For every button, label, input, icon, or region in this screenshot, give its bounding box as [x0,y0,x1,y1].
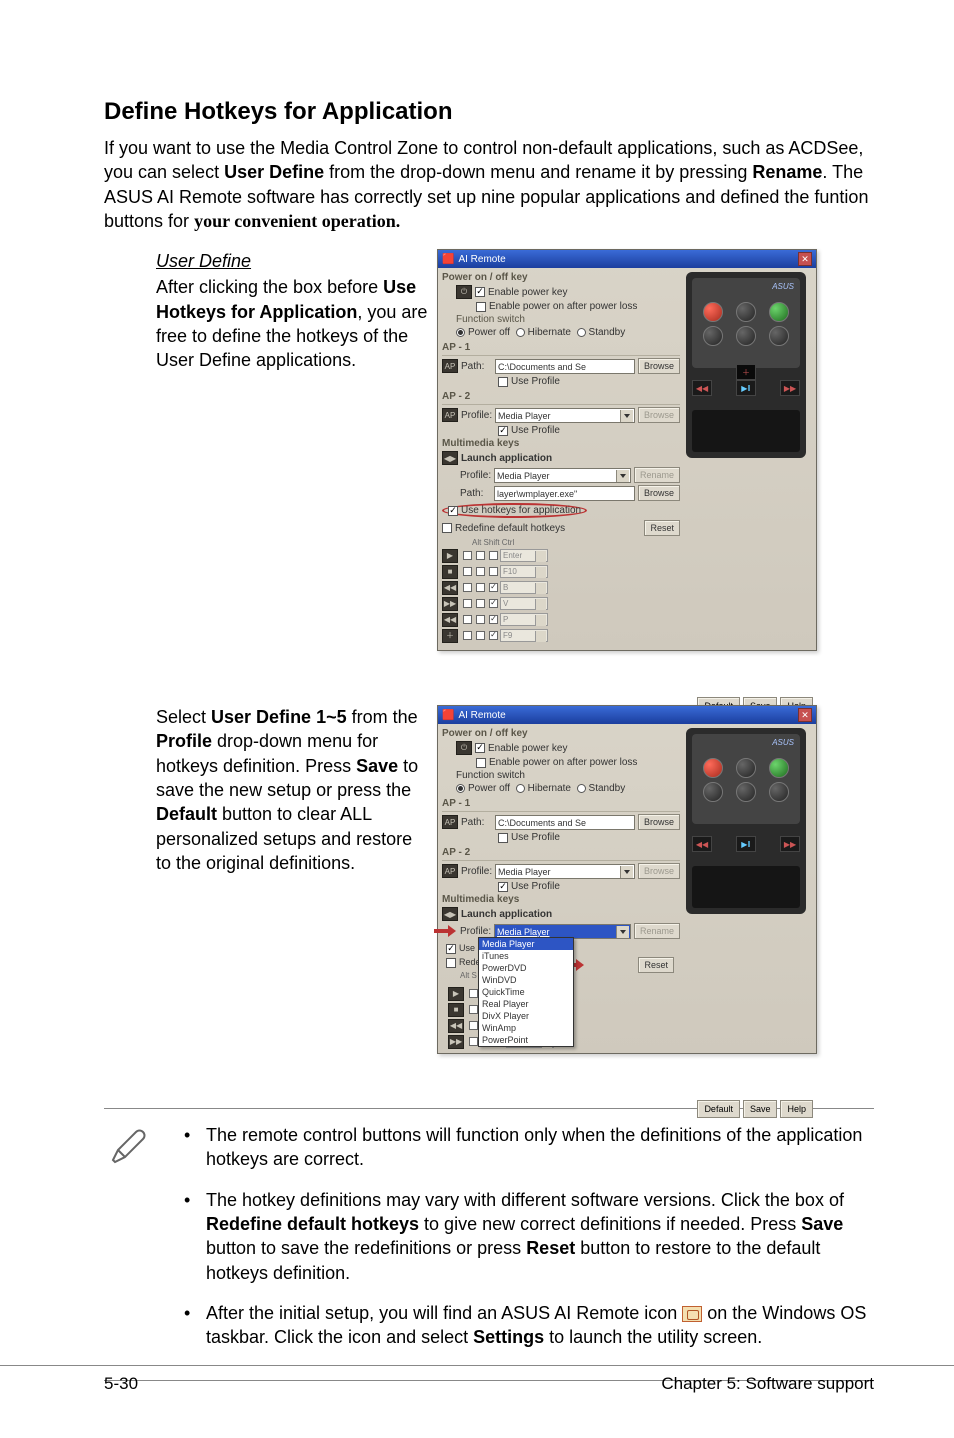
note-item: After the initial setup, you will find a… [180,1301,874,1350]
note-item: The remote control buttons will function… [180,1123,874,1172]
help-button[interactable]: Help [780,1100,813,1118]
hotkey-row[interactable]: ▶Enter [442,548,680,563]
dropdown-option[interactable]: PowerPoint [479,1034,573,1046]
profile-dropdown-list[interactable]: Media PlayeriTunesPowerDVDWinDVDQuickTim… [478,937,574,1047]
dropdown-option[interactable]: WinDVD [479,974,573,986]
hibernate-radio[interactable] [516,328,525,337]
dialog-screenshot-1: 🟥AI Remote ✕ Power on / off key ⏻Enable … [437,249,817,685]
ap2-browse-button: Browse [638,407,680,423]
launch-browse-button[interactable]: Browse [638,485,680,501]
page-heading: Define Hotkeys for Application [104,98,874,126]
poweroff-radio[interactable] [456,328,465,337]
dialog-title: AI Remote [458,254,505,265]
ap1-browse-button[interactable]: Browse [638,358,680,374]
enable-power-label: Enable power key [488,287,568,298]
pencil-icon [104,1123,160,1179]
user-define-para: After clicking the box before Use Hotkey… [156,275,429,372]
user-define-2-para: Select User Define 1~5 from the Profile … [156,705,429,875]
standby-radio[interactable] [577,328,586,337]
dropdown-option[interactable]: DivX Player [479,1010,573,1022]
hotkey-row[interactable]: ▶▶V [442,596,680,611]
use-hotkeys-cb[interactable] [448,506,458,516]
remote-logo: ASUS [772,282,794,291]
close-icon[interactable]: ✕ [798,708,812,722]
dialog-screenshot-2: 🟥AI Remote ✕ Power on / off key ⏻Enable … [437,705,817,1088]
dropdown-option[interactable]: WinAmp [479,1022,573,1034]
rename-button: Rename [634,467,680,483]
enable-power-after-checkbox[interactable] [476,302,486,312]
close-icon[interactable]: ✕ [798,252,812,266]
ap2-profile-dd[interactable]: Media Player [495,408,635,423]
reset-button[interactable]: Reset [644,520,680,536]
redefine-cb[interactable] [442,523,452,533]
chapter-label: Chapter 5: Software support [661,1374,874,1394]
function-switch-label: Function switch [456,314,680,325]
ap1-label: AP - 1 [442,342,680,353]
dropdown-option[interactable]: QuickTime [479,986,573,998]
ap1-use-profile-cb[interactable] [498,377,508,387]
dropdown-option[interactable]: Real Player [479,998,573,1010]
save-button[interactable]: Save [743,1100,778,1118]
notes-list: The remote control buttons will function… [160,1123,874,1365]
hotkey-row[interactable]: ◀◀B [442,580,680,595]
dropdown-option[interactable]: PowerDVD [479,962,573,974]
ai-remote-icon [682,1306,702,1322]
ap1-path-input[interactable]: C:\Documents and Se [495,359,635,374]
launch-app-label: Launch application [461,453,552,464]
default-button[interactable]: Default [697,1100,740,1118]
intro-text: If you want to use the Media Control Zon… [104,136,874,233]
hotkey-row[interactable]: ◀◀P [442,612,680,627]
dropdown-option[interactable]: iTunes [479,950,573,962]
ap2-use-profile-cb[interactable] [498,426,508,436]
launch-profile-dd[interactable]: Media Player [494,468,631,483]
hotkey-row[interactable]: ＋F9 [442,628,680,643]
power-section-label: Power on / off key [442,272,680,283]
dropdown-option[interactable]: Media Player [479,938,573,950]
reset-button[interactable]: Reset [638,957,674,973]
page-number: 5-30 [104,1374,138,1394]
enable-power-checkbox[interactable] [475,287,485,297]
user-define-title: User Define [156,249,429,273]
enable-power-checkbox[interactable] [475,743,485,753]
red-arrow-1 [434,925,458,939]
ap2-label: AP - 2 [442,391,680,402]
multimedia-keys-label: Multimedia keys [442,438,680,449]
hotkey-row[interactable]: ■F10 [442,564,680,579]
note-item: The hotkey definitions may vary with dif… [180,1188,874,1285]
enable-power-after-label: Enable power on after power loss [489,301,637,312]
launch-path-input[interactable]: layer\wmplayer.exe" [494,486,635,501]
